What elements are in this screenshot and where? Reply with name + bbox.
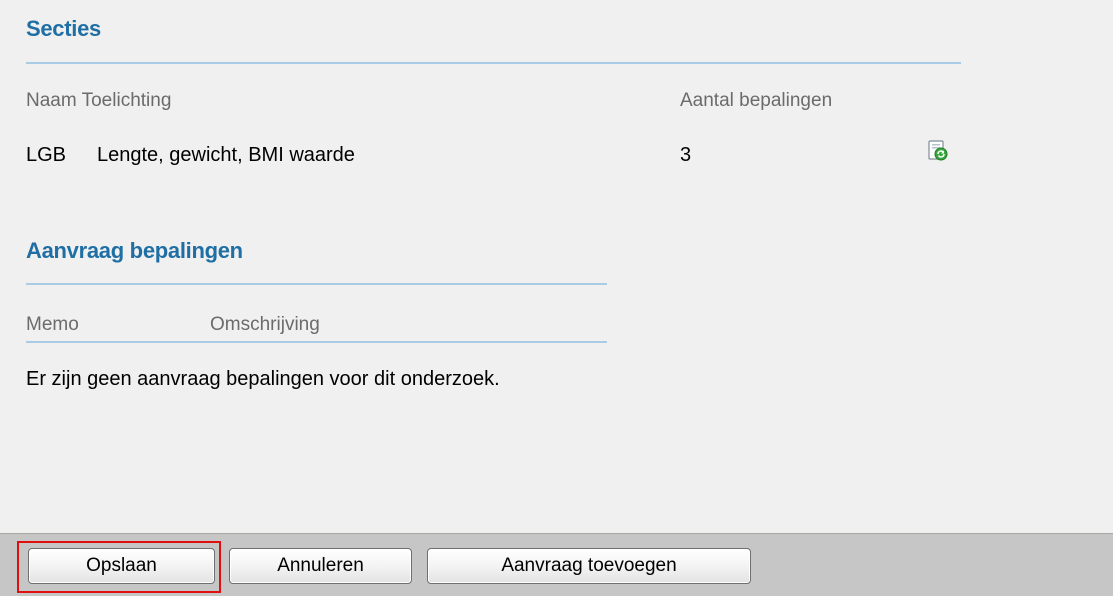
section-code: LGB bbox=[26, 144, 67, 166]
refresh-document-icon[interactable] bbox=[926, 139, 950, 163]
column-header-aantal-bepalingen: Aantal bepalingen bbox=[680, 90, 833, 111]
column-header-naam-toelichting: Naam Toelichting bbox=[26, 90, 172, 111]
sections-title-divider bbox=[26, 62, 961, 64]
aanvraag-header-divider bbox=[26, 341, 607, 343]
sections-title: Secties bbox=[26, 16, 101, 41]
cancel-button[interactable]: Annuleren bbox=[229, 548, 412, 584]
add-request-button[interactable]: Aanvraag toevoegen bbox=[427, 548, 751, 584]
save-button[interactable]: Opslaan bbox=[28, 548, 215, 584]
aanvraag-title-divider bbox=[26, 283, 607, 285]
aanvraag-title: Aanvraag bepalingen bbox=[26, 238, 243, 263]
section-aantal: 3 bbox=[680, 144, 692, 166]
column-header-memo: Memo bbox=[26, 314, 79, 335]
empty-message: Er zijn geen aanvraag bepalingen voor di… bbox=[26, 368, 500, 390]
column-header-omschrijving: Omschrijving bbox=[210, 314, 320, 335]
main-content: Secties Naam Toelichting Aantal bepaling… bbox=[0, 0, 1113, 533]
section-toelichting: Lengte, gewicht, BMI waarde bbox=[97, 144, 355, 166]
